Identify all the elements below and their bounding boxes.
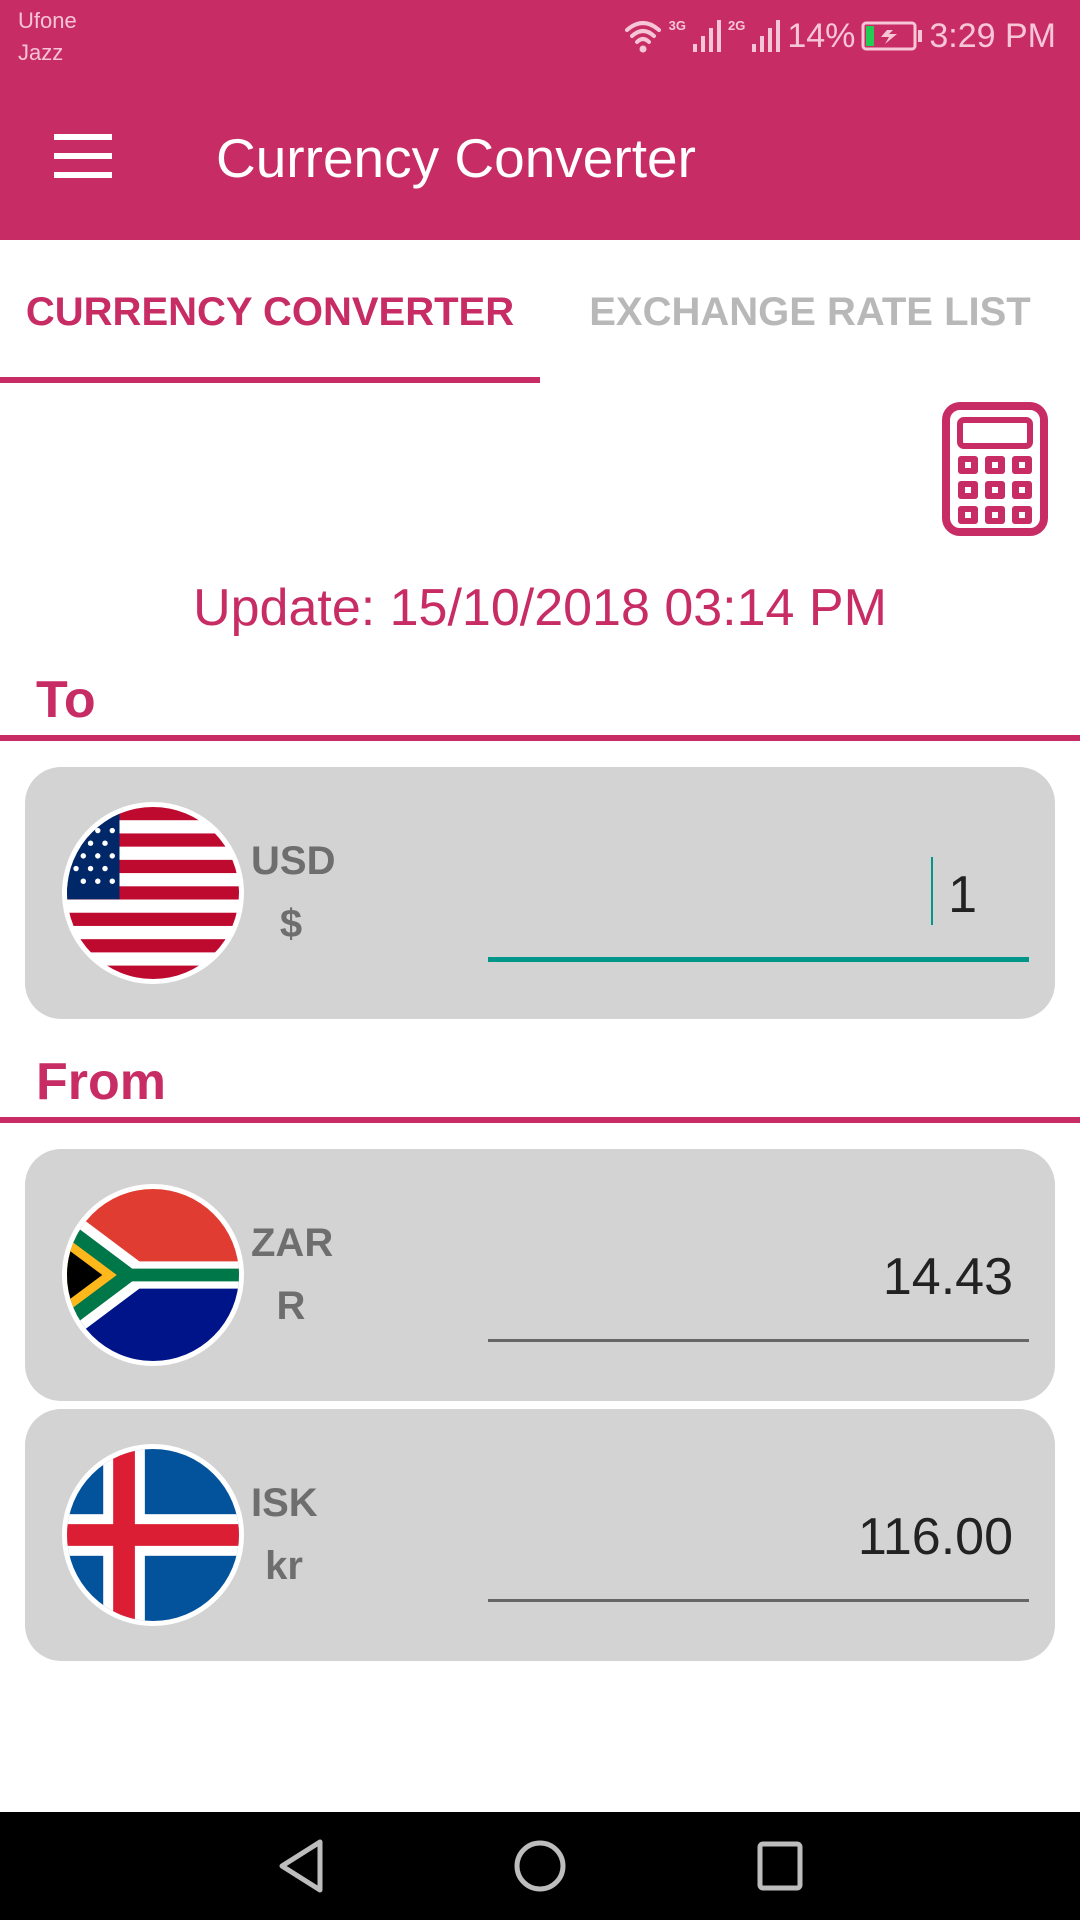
- last-update-text: Update: 15/10/2018 03:14 PM: [193, 579, 887, 637]
- app-bar: Currency Converter: [0, 80, 1080, 240]
- currency-symbol: kr: [265, 1544, 303, 1588]
- tab-exchange-rate-list[interactable]: EXCHANGE RATE LIST: [540, 240, 1080, 385]
- from-section-label: From: [36, 1053, 166, 1111]
- recents-icon[interactable]: [748, 1834, 812, 1898]
- system-navigation-bar: [0, 1812, 1080, 1920]
- south-africa-flag: [62, 1184, 244, 1366]
- currency-code: ISK: [251, 1481, 318, 1525]
- network-type-2: 2G: [727, 18, 746, 33]
- currency-card-usd[interactable]: USD $: [25, 767, 1055, 1019]
- tab-currency-converter[interactable]: CURRENCY CONVERTER: [0, 240, 540, 385]
- input-underline-focused: [488, 957, 1029, 962]
- to-section-divider: [0, 735, 1080, 741]
- tab-bar: CURRENCY CONVERTER EXCHANGE RATE LIST: [0, 240, 1080, 385]
- network-type-1: 3G: [668, 18, 686, 33]
- input-underline: [488, 1339, 1029, 1342]
- signal-2g-icon: [751, 18, 781, 54]
- from-section-divider: [0, 1117, 1080, 1123]
- wifi-icon: [623, 18, 663, 54]
- currency-card-zar[interactable]: ZAR R: [25, 1149, 1055, 1401]
- usd-amount-input[interactable]: [488, 855, 1029, 935]
- clock: 3:29 PM: [929, 16, 1056, 55]
- status-icons: 3G 2G 14% 3:29 PM: [623, 14, 1056, 58]
- hamburger-menu-icon[interactable]: [54, 134, 112, 178]
- united-states-flag: [62, 802, 244, 984]
- calculator-icon[interactable]: [942, 402, 1048, 536]
- zar-amount-input[interactable]: [488, 1237, 1029, 1317]
- currency-symbol: $: [279, 902, 303, 946]
- text-cursor: [931, 857, 933, 925]
- carrier-name-2: Jazz: [18, 40, 64, 65]
- active-tab-indicator: [0, 377, 540, 383]
- signal-3g-icon: [692, 18, 722, 54]
- isk-amount-input[interactable]: [488, 1497, 1029, 1577]
- carrier-name-1: Ufone: [18, 8, 77, 33]
- input-underline: [488, 1599, 1029, 1602]
- app-title: Currency Converter: [216, 127, 696, 189]
- currency-card-isk[interactable]: ISK kr: [25, 1409, 1055, 1661]
- currency-code: ZAR: [251, 1221, 334, 1265]
- currency-code: USD: [251, 839, 336, 883]
- to-section-label: To: [36, 671, 96, 729]
- battery-charging-icon: [861, 20, 923, 52]
- currency-symbol: R: [276, 1284, 306, 1328]
- status-bar: Ufone Jazz 3G 2G 14% 3:29 PM: [0, 0, 1080, 80]
- home-icon[interactable]: [508, 1834, 572, 1898]
- back-icon[interactable]: [268, 1834, 332, 1898]
- iceland-flag: [62, 1444, 244, 1626]
- battery-percent: 14%: [787, 16, 856, 55]
